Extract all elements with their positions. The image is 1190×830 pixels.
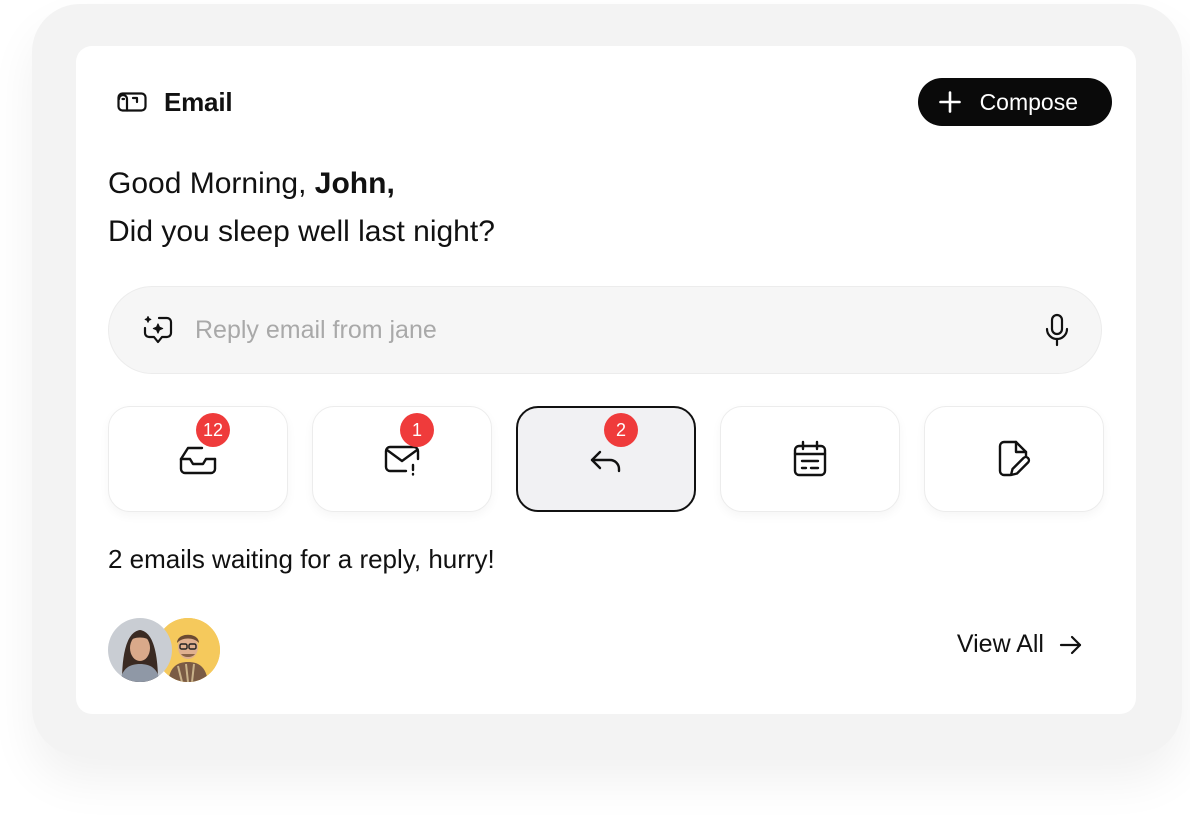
mail-alert-icon: 1 <box>382 413 434 479</box>
greeting-prefix: Good Morning, <box>108 167 315 200</box>
important-count-badge: 1 <box>400 413 434 447</box>
greeting: Good Morning, John, Did you sleep well l… <box>108 160 495 256</box>
inbox-count-badge: 12 <box>196 413 230 447</box>
status-message: 2 emails waiting for a reply, hurry! <box>108 544 495 574</box>
tile-reply[interactable]: 2 <box>516 406 696 512</box>
email-widget-card: Email Compose Good Morning, John, Did yo… <box>76 46 1136 714</box>
tile-important[interactable]: 1 <box>312 406 492 512</box>
user-name: John, <box>314 167 395 200</box>
file-edit-icon <box>994 439 1034 479</box>
tile-inbox[interactable]: 12 <box>108 406 288 512</box>
view-all-link[interactable]: View All <box>957 630 1084 659</box>
app-title: Email <box>164 86 233 117</box>
plus-icon <box>938 90 962 114</box>
tile-drafts[interactable] <box>924 406 1104 512</box>
ai-command-bar <box>108 286 1102 374</box>
brand: Email <box>116 86 233 118</box>
greeting-line: Good Morning, John, <box>108 160 495 208</box>
tile-calendar[interactable] <box>720 406 900 512</box>
quick-action-tiles: 12 1 2 <box>108 406 1104 512</box>
compose-button[interactable]: Compose <box>917 78 1112 126</box>
reply-arrow-icon: 2 <box>586 413 638 479</box>
avatar[interactable] <box>108 618 172 682</box>
view-all-label: View All <box>956 630 1044 658</box>
compose-label: Compose <box>979 88 1078 115</box>
inbox-tray-icon: 12 <box>178 413 230 479</box>
arrow-right-icon <box>1058 632 1084 658</box>
greeting-question: Did you sleep well last night? <box>108 215 495 248</box>
widget-header: Email Compose <box>116 78 1112 126</box>
mailbox-icon <box>116 90 148 114</box>
reply-count-badge: 2 <box>604 413 638 447</box>
avatar-stack <box>108 618 228 682</box>
calendar-icon <box>790 439 830 479</box>
ai-sparkle-chat-icon <box>141 313 175 347</box>
microphone-icon[interactable] <box>1041 312 1073 348</box>
ai-command-input[interactable] <box>193 314 1041 346</box>
